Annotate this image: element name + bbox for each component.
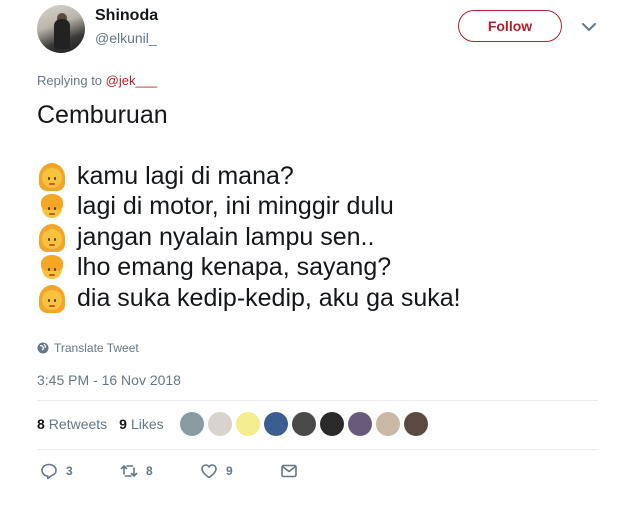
girl-emoji-icon [37, 283, 67, 313]
liker-avatar[interactable] [320, 412, 344, 436]
boy-emoji-icon [37, 191, 67, 221]
tweet-line-text: jangan nyalain lampu sen.. [77, 222, 375, 251]
tweet-stats: 8 Retweets 9 Likes [37, 416, 164, 432]
retweets-stat[interactable]: 8 Retweets [37, 416, 107, 432]
like-action[interactable]: 9 [200, 462, 280, 480]
tweet-title-line: Cemburuan [37, 100, 627, 131]
direct-message-action[interactable] [280, 462, 298, 480]
likes-stat[interactable]: 9 Likes [119, 416, 163, 432]
girl-emoji-icon [37, 161, 67, 191]
avatar-figure-body [54, 19, 70, 49]
tweet-title-text: Cemburuan [37, 101, 168, 129]
retweet-icon [120, 465, 138, 477]
liker-avatar[interactable] [208, 412, 232, 436]
divider [37, 449, 598, 450]
tweet-line: lho emang kenapa, sayang? [37, 252, 627, 283]
liker-avatar[interactable] [404, 412, 428, 436]
girl-emoji-icon [37, 222, 67, 252]
translate-tweet-link[interactable]: Translate Tweet [37, 341, 139, 355]
tweet-line: kamu lagi di mana? [37, 161, 627, 192]
heart-icon [201, 464, 217, 479]
replying-prefix: Replying to [37, 73, 106, 88]
reply-mention-link[interactable]: @jek___ [106, 73, 158, 88]
like-count: 9 [226, 464, 233, 478]
translate-tweet-label: Translate Tweet [54, 341, 139, 355]
envelope-icon [281, 464, 297, 478]
reply-icon [41, 463, 57, 480]
user-avatar[interactable] [37, 5, 85, 53]
replying-to: Replying to @jek___ [37, 73, 157, 88]
tweet-line: lagi di motor, ini minggir dulu [37, 191, 627, 222]
chevron-down-icon[interactable] [580, 18, 598, 36]
liker-avatar[interactable] [292, 412, 316, 436]
liker-avatar[interactable] [348, 412, 372, 436]
liker-avatar[interactable] [180, 412, 204, 436]
tweet-line: jangan nyalain lampu sen.. [37, 222, 627, 253]
liker-avatars [180, 412, 432, 436]
boy-emoji-icon [37, 252, 67, 282]
liker-avatar[interactable] [236, 412, 260, 436]
divider [37, 400, 598, 401]
liker-avatar[interactable] [264, 412, 288, 436]
tweet-line-text: lagi di motor, ini minggir dulu [77, 192, 394, 220]
follow-button[interactable]: Follow [458, 10, 562, 42]
tweet-line-text: kamu lagi di mana? [77, 161, 294, 190]
tweet-line-text: lho emang kenapa, sayang? [77, 253, 392, 281]
reply-count: 3 [66, 464, 73, 478]
globe-icon [37, 342, 49, 354]
reply-action[interactable]: 3 [40, 462, 120, 480]
retweet-count: 8 [146, 464, 153, 478]
tweet-text: Cemburuan kamu lagi di mana? lagi di mot… [37, 100, 627, 313]
tweet-line-text: dia suka kedip-kedip, aku ga suka! [77, 283, 461, 312]
tweet-actions: 3 8 9 [40, 462, 298, 480]
user-handle[interactable]: @elkunil_ [95, 30, 157, 46]
tweet-line: dia suka kedip-kedip, aku ga suka! [37, 283, 627, 314]
liker-avatar[interactable] [376, 412, 400, 436]
user-display-name[interactable]: Shinoda [95, 7, 158, 25]
tweet-timestamp[interactable]: 3:45 PM - 16 Nov 2018 [37, 372, 181, 388]
retweet-action[interactable]: 8 [120, 462, 200, 480]
